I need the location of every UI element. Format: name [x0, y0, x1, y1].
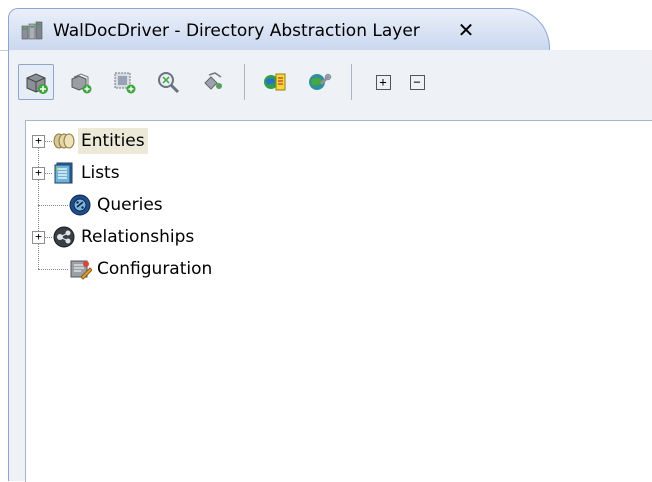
collapse-all-icon: − — [409, 74, 425, 90]
expand-all-button[interactable]: + — [365, 64, 401, 100]
new-list-button[interactable] — [62, 64, 98, 100]
editor-panel: + − + Entities + Lists Queries + Relatio… — [8, 50, 652, 482]
tree-item-label: Configuration — [97, 259, 213, 279]
tree-item-queries[interactable]: Queries — [26, 190, 326, 220]
tree-item-label: Relationships — [81, 227, 195, 247]
find-button[interactable] — [150, 64, 186, 100]
new-list-icon — [71, 73, 92, 94]
find-icon — [158, 72, 180, 94]
lists-icon — [54, 162, 73, 184]
tree-item-configuration[interactable]: Configuration — [26, 254, 326, 284]
catalog-icon — [264, 73, 286, 91]
entities-icon — [53, 133, 75, 149]
new-entity-icon — [26, 73, 48, 94]
toolbar-separator — [351, 64, 352, 100]
rack-icon — [21, 21, 43, 40]
collapse-all-button[interactable]: − — [399, 64, 435, 100]
expand-icon[interactable]: + — [32, 231, 45, 244]
tab-curve — [479, 8, 550, 51]
editor-tab-strip: WalDocDriver - Directory Abstraction Lay… — [0, 0, 652, 51]
configuration-icon — [70, 260, 92, 280]
relationships-icon — [53, 226, 75, 248]
relationship-icon — [204, 72, 222, 90]
toolbar-separator — [244, 64, 245, 100]
tree-item-entities[interactable]: + Entities — [26, 126, 326, 156]
tree-item-label: Queries — [97, 195, 163, 215]
tab-title: WalDocDriver - Directory Abstraction Lay… — [53, 21, 420, 41]
tree-item-lists[interactable]: + Lists — [26, 158, 326, 188]
directory-tree: + Entities + Lists Queries + Relationshi… — [25, 120, 652, 482]
queries-icon — [69, 194, 91, 216]
tree-item-relationships[interactable]: + Relationships — [26, 222, 326, 252]
tree-item-label: Lists — [81, 163, 120, 183]
new-query-icon — [114, 72, 136, 94]
close-icon[interactable]: ✕ — [455, 18, 477, 42]
relationship-button[interactable] — [194, 64, 230, 100]
tree-item-label: Entities — [78, 128, 148, 154]
expand-all-icon: + — [375, 74, 391, 90]
new-entity-button[interactable] — [18, 64, 54, 100]
new-query-button[interactable] — [106, 64, 142, 100]
settings-globe-button[interactable] — [301, 64, 337, 100]
expand-icon[interactable]: + — [32, 135, 45, 148]
settings-globe-icon — [309, 73, 332, 90]
toolbar: + − — [9, 50, 652, 110]
expand-icon[interactable]: + — [32, 167, 45, 180]
editor-tab[interactable]: WalDocDriver - Directory Abstraction Lay… — [8, 8, 550, 51]
catalog-button[interactable] — [257, 64, 293, 100]
